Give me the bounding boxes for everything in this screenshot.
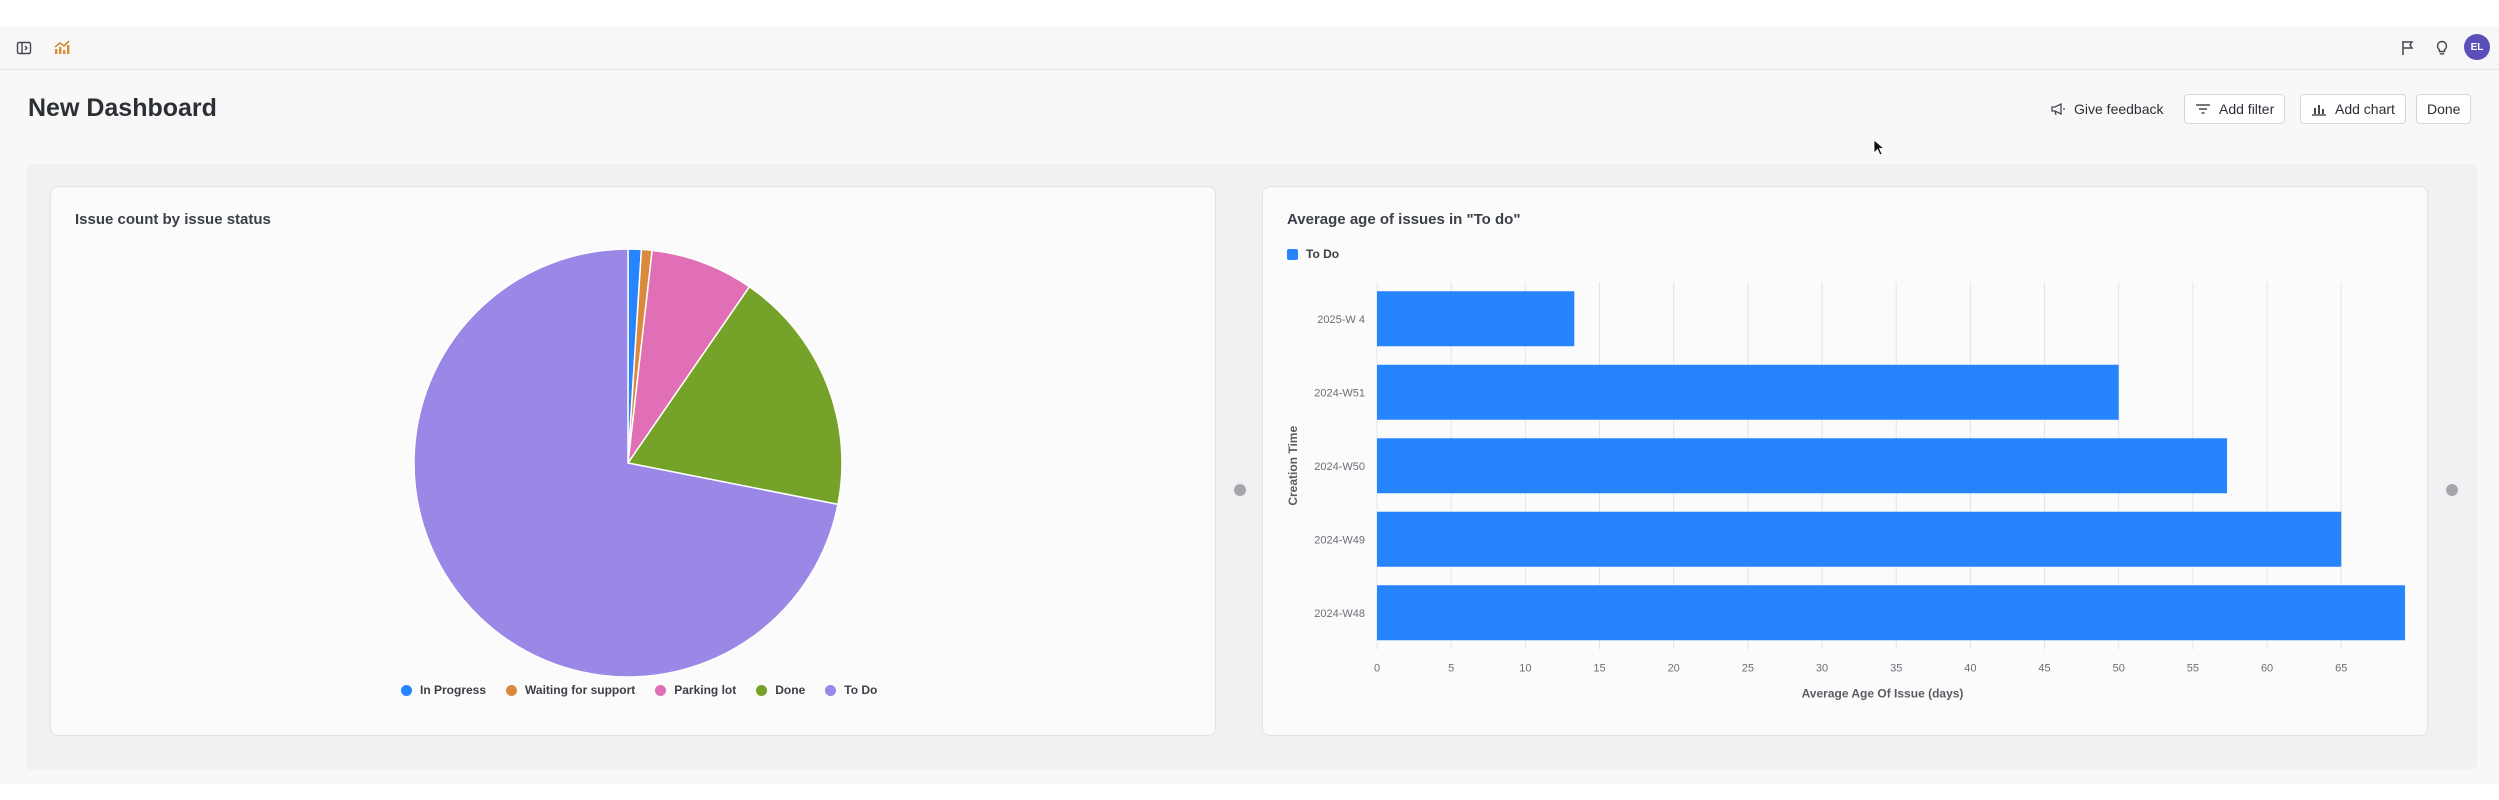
bar-2024-w49[interactable]	[1377, 511, 2342, 567]
mouse-cursor-icon	[1873, 139, 1885, 156]
legend-label: To Do	[844, 683, 878, 697]
add-chart-label: Add chart	[2335, 101, 2395, 117]
pie-legend: In Progress Waiting for support Parking …	[401, 683, 877, 697]
done-button[interactable]: Done	[2416, 94, 2472, 124]
chart-logo-icon[interactable]	[48, 34, 76, 62]
legend-label: Done	[775, 683, 806, 697]
x-tick-label: 25	[1742, 663, 1754, 675]
y-tick-label: 2025-W 4	[1317, 314, 1365, 326]
done-label: Done	[2427, 101, 2461, 117]
x-tick-label: 0	[1374, 663, 1380, 675]
legend-label: Waiting for support	[525, 683, 636, 697]
pie-chart	[413, 248, 843, 678]
legend-swatch	[401, 684, 412, 696]
y-tick-label: 2024-W51	[1314, 387, 1365, 399]
legend-item-in-progress[interactable]: In Progress	[401, 683, 486, 697]
top-bar: EL	[0, 26, 2499, 70]
legend-swatch	[655, 684, 667, 696]
x-tick-label: 30	[1816, 663, 1828, 675]
dashboard-canvas: Issue count by issue status In Progress …	[26, 164, 2477, 770]
pie-chart-card[interactable]: Issue count by issue status In Progress …	[50, 186, 1216, 736]
bar-2025-w4[interactable]	[1377, 291, 1575, 347]
bar-chart-card[interactable]: Average age of issues in "To do" To Do 0…	[1262, 186, 2428, 736]
x-tick-label: 35	[1890, 663, 1902, 675]
x-tick-label: 50	[2113, 663, 2125, 675]
x-tick-label: 60	[2261, 663, 2273, 675]
lightbulb-icon[interactable]	[2428, 34, 2456, 62]
y-tick-label: 2024-W48	[1314, 608, 1365, 620]
give-feedback-label: Give feedback	[2074, 101, 2164, 117]
add-filter-label: Add filter	[2219, 101, 2275, 117]
flag-icon[interactable]	[2394, 34, 2422, 62]
give-feedback-button[interactable]: Give feedback	[2040, 94, 2174, 124]
x-tick-label: 45	[2038, 663, 2050, 675]
add-chart-button[interactable]: Add chart	[2300, 94, 2406, 124]
filter-icon	[2196, 104, 2210, 114]
user-avatar[interactable]: EL	[2464, 34, 2490, 60]
y-axis-title: Creation Time	[1286, 426, 1300, 506]
x-tick-label: 40	[1964, 663, 1976, 675]
x-axis-title: Average Age Of Issue (days)	[1802, 687, 1964, 701]
bar-chart-icon	[2312, 105, 2326, 116]
x-tick-label: 15	[1593, 663, 1605, 675]
resize-handle[interactable]	[2446, 484, 2458, 496]
bar-chart: 0 5 10 15 20 25 30 35 40 45 50 55 60 65 2025-W 4 2024-W…	[1286, 282, 2406, 701]
legend-item-waiting-for-support[interactable]: Waiting for support	[506, 683, 635, 697]
add-filter-button[interactable]: Add filter	[2184, 94, 2286, 124]
legend-swatch	[756, 684, 768, 696]
legend-swatch	[825, 684, 837, 696]
sidebar-toggle-icon[interactable]	[10, 34, 38, 62]
megaphone-icon	[2051, 102, 2065, 116]
x-tick-label: 5	[1448, 663, 1454, 675]
x-tick-label: 65	[2335, 663, 2347, 675]
y-tick-label: 2024-W49	[1314, 534, 1365, 546]
resize-handle[interactable]	[1234, 484, 1246, 496]
legend-item-done[interactable]: Done	[756, 683, 805, 697]
y-tick-label: 2024-W50	[1314, 461, 1365, 473]
legend-label: Parking lot	[674, 683, 737, 697]
legend-swatch	[506, 684, 518, 696]
legend-label: In Progress	[420, 683, 487, 697]
x-tick-label: 55	[2187, 663, 2199, 675]
page-title: New Dashboard	[28, 94, 217, 122]
bar-2024-w50[interactable]	[1377, 438, 2228, 494]
legend-item-parking-lot[interactable]: Parking lot	[655, 683, 736, 697]
bar-2024-w51[interactable]	[1377, 364, 2119, 420]
bar-2024-w48[interactable]	[1377, 585, 2406, 641]
x-tick-label: 10	[1519, 663, 1531, 675]
legend-item-to-do[interactable]: To Do	[825, 683, 877, 697]
app-window: EL New Dashboard Give feedback Add filte…	[0, 26, 2499, 784]
x-tick-label: 20	[1668, 663, 1680, 675]
